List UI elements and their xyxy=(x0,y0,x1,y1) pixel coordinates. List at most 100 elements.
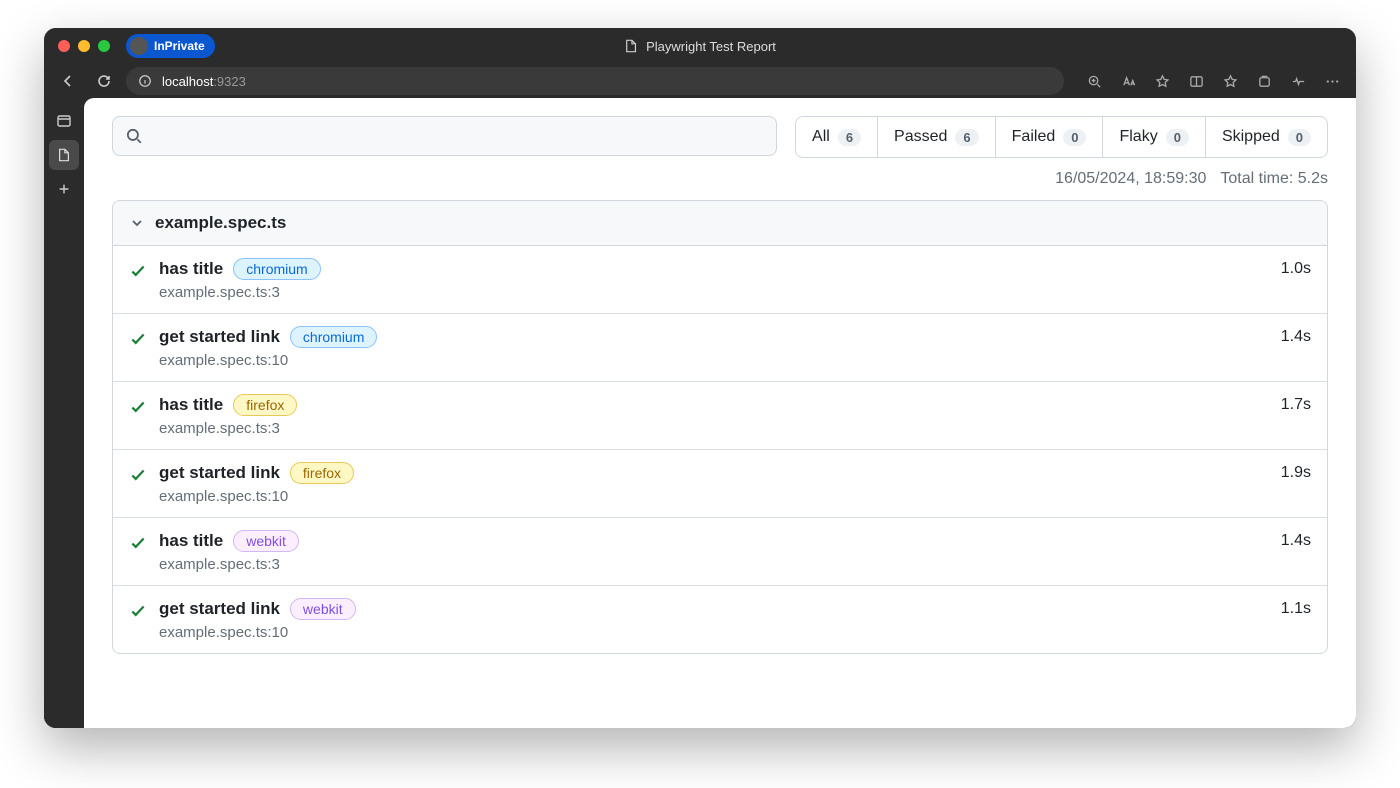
test-row[interactable]: get started link chromium example.spec.t… xyxy=(113,314,1327,382)
url-port: :9323 xyxy=(213,74,246,89)
filter-count: 0 xyxy=(1288,129,1311,146)
inprivate-label: InPrivate xyxy=(154,39,205,53)
report-topbar: All 6 Passed 6 Failed 0 Flaky xyxy=(112,116,1328,158)
test-duration: 1.9s xyxy=(1281,464,1311,482)
test-path: example.spec.ts:3 xyxy=(159,284,1269,301)
traffic-lights xyxy=(58,40,110,52)
meta-row: 16/05/2024, 18:59:30 Total time: 5.2s xyxy=(112,170,1328,188)
search-icon xyxy=(125,127,143,145)
test-path: example.spec.ts:10 xyxy=(159,352,1269,369)
check-icon xyxy=(129,534,147,552)
test-duration: 1.1s xyxy=(1281,600,1311,618)
chevron-down-icon xyxy=(129,215,145,231)
favorite-button[interactable] xyxy=(1148,67,1176,95)
check-icon xyxy=(129,262,147,280)
browser-badge: chromium xyxy=(290,326,377,348)
search-input[interactable] xyxy=(112,116,777,156)
sidebar-tabs-button[interactable] xyxy=(49,106,79,136)
test-title: get started link xyxy=(159,463,280,483)
sidebar-current-tab[interactable] xyxy=(49,140,79,170)
heartbeat-icon xyxy=(1291,74,1306,89)
filter-label: Failed xyxy=(1012,128,1056,146)
test-row[interactable]: has title webkit example.spec.ts:3 1.4s xyxy=(113,518,1327,586)
performance-button[interactable] xyxy=(1284,67,1312,95)
test-path: example.spec.ts:3 xyxy=(159,556,1269,573)
filter-label: Passed xyxy=(894,128,947,146)
url-input[interactable]: localhost:9323 xyxy=(126,67,1064,95)
test-duration: 1.4s xyxy=(1281,532,1311,550)
filter-tabs: All 6 Passed 6 Failed 0 Flaky xyxy=(795,116,1328,158)
browser-badge: webkit xyxy=(290,598,356,620)
maximize-window-button[interactable] xyxy=(98,40,110,52)
inprivate-badge[interactable]: InPrivate xyxy=(126,34,215,58)
check-icon xyxy=(129,466,147,484)
test-title: get started link xyxy=(159,599,280,619)
file-name: example.spec.ts xyxy=(155,213,286,233)
collections-button[interactable] xyxy=(1250,67,1278,95)
refresh-button[interactable] xyxy=(90,67,118,95)
tab-title[interactable]: Playwright Test Report xyxy=(624,39,776,54)
close-window-button[interactable] xyxy=(58,40,70,52)
report-timestamp: 16/05/2024, 18:59:30 xyxy=(1055,170,1206,188)
toolbar-right xyxy=(1080,67,1346,95)
filter-passed[interactable]: Passed 6 xyxy=(878,117,996,157)
test-duration: 1.7s xyxy=(1281,396,1311,414)
split-icon xyxy=(1189,74,1204,89)
address-bar: localhost:9323 xyxy=(44,64,1356,98)
filter-label: Skipped xyxy=(1222,128,1280,146)
file-icon xyxy=(57,148,71,162)
browser-body: All 6 Passed 6 Failed 0 Flaky xyxy=(44,98,1356,728)
test-path: example.spec.ts:3 xyxy=(159,420,1269,437)
more-icon xyxy=(1325,74,1340,89)
filter-all[interactable]: All 6 xyxy=(796,117,878,157)
browser-badge: firefox xyxy=(233,394,297,416)
test-title: has title xyxy=(159,531,223,551)
test-title: has title xyxy=(159,259,223,279)
profile-avatar-icon xyxy=(130,37,148,55)
back-button[interactable] xyxy=(54,67,82,95)
file-icon xyxy=(624,39,638,53)
split-screen-button[interactable] xyxy=(1182,67,1210,95)
test-title: has title xyxy=(159,395,223,415)
sidebar-new-tab-button[interactable] xyxy=(49,174,79,204)
test-row[interactable]: get started link firefox example.spec.ts… xyxy=(113,450,1327,518)
filter-skipped[interactable]: Skipped 0 xyxy=(1206,117,1327,157)
tab-title-text: Playwright Test Report xyxy=(646,39,776,54)
favorites-bar-button[interactable] xyxy=(1216,67,1244,95)
star-icon xyxy=(1155,74,1170,89)
browser-badge: webkit xyxy=(233,530,299,552)
test-row[interactable]: has title chromium example.spec.ts:3 1.0… xyxy=(113,246,1327,314)
report-page: All 6 Passed 6 Failed 0 Flaky xyxy=(84,98,1356,728)
minimize-window-button[interactable] xyxy=(78,40,90,52)
zoom-button[interactable] xyxy=(1080,67,1108,95)
more-button[interactable] xyxy=(1318,67,1346,95)
test-row[interactable]: has title firefox example.spec.ts:3 1.7s xyxy=(113,382,1327,450)
refresh-icon xyxy=(96,73,112,89)
collections-icon xyxy=(1257,74,1272,89)
browser-window: InPrivate Playwright Test Report localho… xyxy=(44,28,1356,728)
read-aloud-button[interactable] xyxy=(1114,67,1142,95)
filter-flaky[interactable]: Flaky 0 xyxy=(1103,117,1205,157)
filter-failed[interactable]: Failed 0 xyxy=(996,117,1104,157)
filter-count: 0 xyxy=(1063,129,1086,146)
filter-label: Flaky xyxy=(1119,128,1157,146)
vertical-tabs-sidebar xyxy=(44,98,84,728)
file-header[interactable]: example.spec.ts xyxy=(113,201,1327,246)
check-icon xyxy=(129,398,147,416)
zoom-icon xyxy=(1087,74,1102,89)
file-group: example.spec.ts has title chromium examp… xyxy=(112,200,1328,654)
check-icon xyxy=(129,330,147,348)
test-row[interactable]: get started link webkit example.spec.ts:… xyxy=(113,586,1327,653)
filter-count: 6 xyxy=(838,129,861,146)
url-host: localhost xyxy=(162,74,213,89)
titlebar: InPrivate Playwright Test Report xyxy=(44,28,1356,64)
test-path: example.spec.ts:10 xyxy=(159,488,1269,505)
check-icon xyxy=(129,602,147,620)
test-duration: 1.4s xyxy=(1281,328,1311,346)
arrow-left-icon xyxy=(60,73,76,89)
test-path: example.spec.ts:10 xyxy=(159,624,1269,641)
info-icon xyxy=(138,74,152,88)
panel-icon xyxy=(56,113,72,129)
text-size-icon xyxy=(1121,74,1136,89)
test-duration: 1.0s xyxy=(1281,260,1311,278)
